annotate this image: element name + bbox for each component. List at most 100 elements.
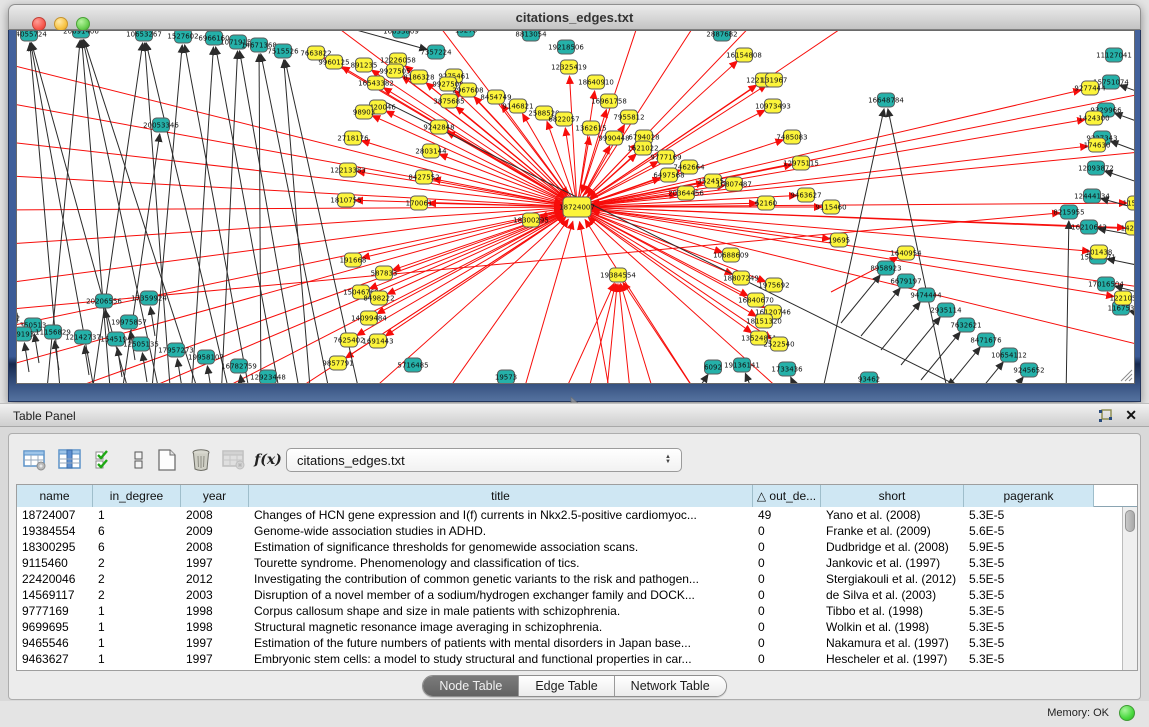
table-cell[interactable]: Tourette syndrome. Phenomenology and cla…	[249, 555, 753, 571]
table-cell[interactable]: 1998	[181, 619, 249, 635]
row-height-icon[interactable]	[125, 446, 153, 474]
table-cell[interactable]: Investigating the contribution of common…	[249, 571, 753, 587]
table-cell[interactable]: Disruption of a novel member of a sodium…	[249, 587, 753, 603]
table-cell[interactable]: 1	[93, 635, 181, 651]
table-cell[interactable]: 0	[753, 635, 821, 651]
delete-table-icon[interactable]	[187, 446, 215, 474]
table-cell[interactable]: 9115460	[17, 555, 93, 571]
table-cell[interactable]: 9699695	[17, 619, 93, 635]
table-cell[interactable]: 5.5E-5	[964, 571, 1094, 587]
table-cell[interactable]: Changes of HCN gene expression and I(f) …	[249, 507, 753, 523]
table-cell[interactable]: de Silva et al. (2003)	[821, 587, 964, 603]
table-cell[interactable]: Dudbridge et al. (2008)	[821, 539, 964, 555]
table-cell[interactable]: 2008	[181, 539, 249, 555]
table-row[interactable]: 911546021997Tourette syndrome. Phenomeno…	[17, 555, 1137, 571]
table-cell[interactable]: Embryonic stem cells: a model to study s…	[249, 651, 753, 667]
import-table-icon-disabled[interactable]	[220, 446, 248, 474]
table-row[interactable]: 1830029562008Estimation of significance …	[17, 539, 1137, 555]
table-panel-header[interactable]: Table Panel ✕	[0, 403, 1149, 427]
column-header-short[interactable]: short	[821, 485, 964, 507]
close-panel-icon[interactable]: ✕	[1125, 407, 1137, 424]
table-row[interactable]: 969969511998Structural magnetic resonanc…	[17, 619, 1137, 635]
column-header-name[interactable]: name	[17, 485, 93, 507]
table-selector-dropdown[interactable]: citations_edges.txt ▲▼	[286, 448, 682, 472]
table-cell[interactable]: 2009	[181, 523, 249, 539]
table-settings-icon[interactable]	[21, 446, 49, 474]
table-cell[interactable]: Yano et al. (2008)	[821, 507, 964, 523]
table-row[interactable]: 946362711997Embryonic stem cells: a mode…	[17, 651, 1137, 667]
graph-canvas[interactable]: 1405572420691406106532671527602696616010…	[16, 30, 1135, 384]
column-header-out_de[interactable]: △ out_de...	[753, 485, 821, 507]
table-cell[interactable]: 9463627	[17, 651, 93, 667]
table-cell[interactable]: 18300295	[17, 539, 93, 555]
table-cell[interactable]: 0	[753, 539, 821, 555]
table-cell[interactable]: Tibbo et al. (1998)	[821, 603, 964, 619]
table-cell[interactable]: 1998	[181, 603, 249, 619]
table-cell[interactable]: Estimation of the future numbers of pati…	[249, 635, 753, 651]
table-cell[interactable]: Hescheler et al. (1997)	[821, 651, 964, 667]
window-titlebar[interactable]: citations_edges.txt	[8, 4, 1141, 30]
new-table-icon[interactable]	[153, 446, 181, 474]
table-cell[interactable]: 0	[753, 651, 821, 667]
table-row[interactable]: 2242004622012Investigating the contribut…	[17, 571, 1137, 587]
table-cell[interactable]: Wolkin et al. (1998)	[821, 619, 964, 635]
scrollbar-thumb[interactable]	[1125, 510, 1135, 532]
float-panel-icon[interactable]	[1098, 409, 1113, 423]
tab-edge-table[interactable]: Edge Table	[519, 676, 614, 696]
table-cell[interactable]: 1	[93, 603, 181, 619]
column-header-pagerank[interactable]: pagerank	[964, 485, 1094, 507]
table-cell[interactable]: 5.9E-5	[964, 539, 1094, 555]
table-cell[interactable]: 14569117	[17, 587, 93, 603]
table-cell[interactable]: 18724007	[17, 507, 93, 523]
table-cell[interactable]: 19384554	[17, 523, 93, 539]
function-builder-icon[interactable]: f(x)	[254, 446, 282, 474]
table-row[interactable]: 977716911998Corpus callosum shape and si…	[17, 603, 1137, 619]
column-header-year[interactable]: year	[181, 485, 249, 507]
tab-network-table[interactable]: Network Table	[615, 676, 726, 696]
select-columns-icon[interactable]	[91, 446, 119, 474]
table-cell[interactable]: 5.3E-5	[964, 555, 1094, 571]
vertical-scrollbar[interactable]	[1122, 507, 1137, 670]
table-cell[interactable]: 0	[753, 523, 821, 539]
table-row[interactable]: 1872400712008Changes of HCN gene express…	[17, 507, 1137, 523]
table-cell[interactable]: 5.3E-5	[964, 619, 1094, 635]
table-cell[interactable]: 0	[753, 555, 821, 571]
table-cell[interactable]: 2	[93, 587, 181, 603]
table-cell[interactable]: 22420046	[17, 571, 93, 587]
table-cell[interactable]: Jankovic et al. (1997)	[821, 555, 964, 571]
table-cell[interactable]: 5.6E-5	[964, 523, 1094, 539]
table-cell[interactable]: 2012	[181, 571, 249, 587]
table-cell[interactable]: 0	[753, 603, 821, 619]
table-cell[interactable]: Stergiakouli et al. (2012)	[821, 571, 964, 587]
table-cell[interactable]: 1997	[181, 635, 249, 651]
table-row[interactable]: 1938455462009Genome-wide association stu…	[17, 523, 1137, 539]
table-cell[interactable]: 1	[93, 507, 181, 523]
canvas-resize-grip[interactable]	[1121, 370, 1132, 381]
table-cell[interactable]: 0	[753, 571, 821, 587]
table-cell[interactable]: 6	[93, 523, 181, 539]
column-header-in_degree[interactable]: in_degree	[93, 485, 181, 507]
table-cell[interactable]: 2008	[181, 507, 249, 523]
table-cell[interactable]: 2	[93, 571, 181, 587]
table-cell[interactable]: 5.3E-5	[964, 587, 1094, 603]
table-row[interactable]: 1456911722003Disruption of a novel membe…	[17, 587, 1137, 603]
table-cell[interactable]: 5.3E-5	[964, 651, 1094, 667]
table-cell[interactable]: 1	[93, 619, 181, 635]
show-column-icon[interactable]	[56, 446, 84, 474]
table-cell[interactable]: 6	[93, 539, 181, 555]
tab-node-table[interactable]: Node Table	[423, 676, 519, 696]
table-cell[interactable]: Franke et al. (2009)	[821, 523, 964, 539]
table-cell[interactable]: 0	[753, 587, 821, 603]
table-cell[interactable]: Estimation of significance thresholds fo…	[249, 539, 753, 555]
table-cell[interactable]: 2	[93, 555, 181, 571]
table-cell[interactable]: 5.3E-5	[964, 603, 1094, 619]
table-row[interactable]: 946554611997Estimation of the future num…	[17, 635, 1137, 651]
table-cell[interactable]: Corpus callosum shape and size in male p…	[249, 603, 753, 619]
table-cell[interactable]: 1	[93, 651, 181, 667]
table-cell[interactable]: 9777169	[17, 603, 93, 619]
column-header-title[interactable]: title	[249, 485, 753, 507]
table-cell[interactable]: 5.3E-5	[964, 635, 1094, 651]
table-cell[interactable]: 0	[753, 619, 821, 635]
table-cell[interactable]: 5.3E-5	[964, 507, 1094, 523]
table-cell[interactable]: 2003	[181, 587, 249, 603]
